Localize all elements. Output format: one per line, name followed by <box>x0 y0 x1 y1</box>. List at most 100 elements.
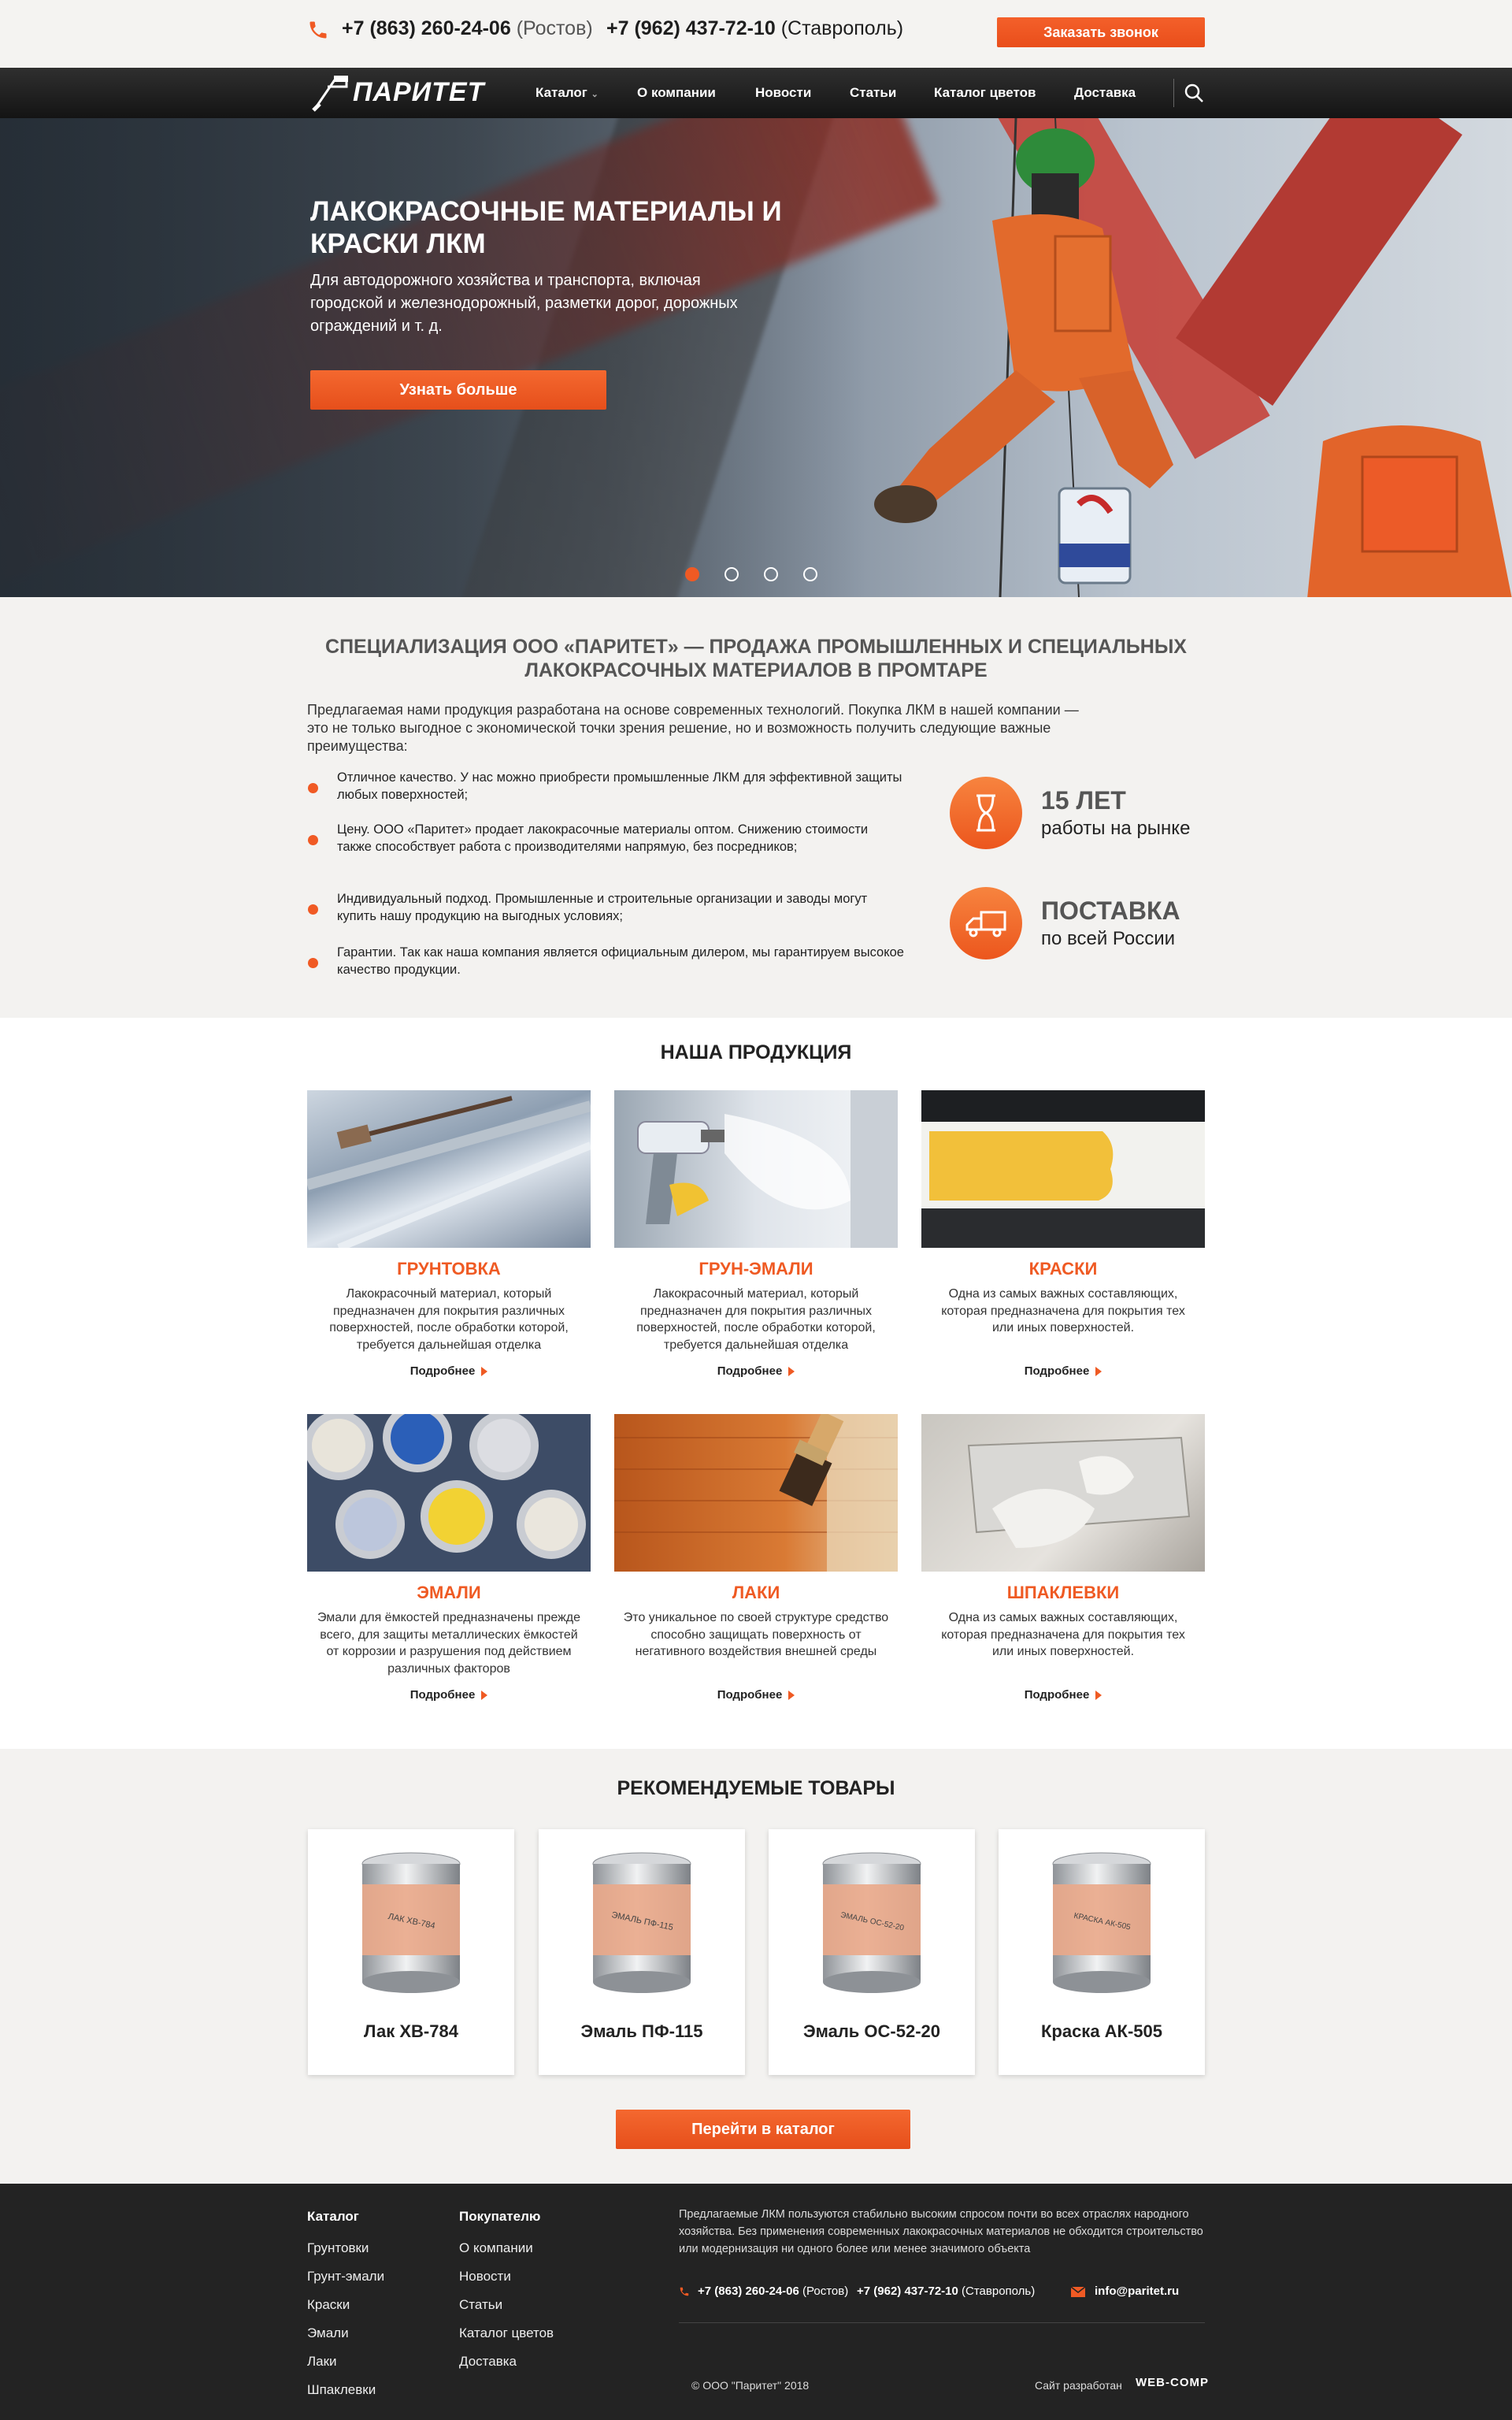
product-name[interactable]: Краски <box>921 1259 1205 1279</box>
primer-image <box>307 1096 591 1248</box>
slider-dot[interactable] <box>764 567 778 581</box>
developer-logo[interactable]: WEB-COMP <box>1136 2376 1209 2389</box>
hero-worker-image <box>874 118 1173 597</box>
paint-can-image: ЛАК ХВ-784 <box>361 1852 461 1993</box>
more-link[interactable]: Подробнее <box>307 1688 591 1702</box>
footer-link[interactable]: О компании <box>459 2240 533 2256</box>
footer-link[interactable]: Грунт-эмали <box>307 2269 384 2285</box>
footer-link[interactable]: Лаки <box>307 2354 337 2370</box>
footer-link[interactable]: Шпаклевки <box>307 2382 376 2398</box>
product-name[interactable]: Шпаклевки <box>921 1583 1205 1603</box>
advantage-text: Индивидуальный подход. Промышленные и ст… <box>337 892 868 923</box>
hero-slider: Лакокрасочные материалы и краски ЛКМ Для… <box>0 118 1512 597</box>
product-name[interactable]: Грун-эмали <box>614 1259 898 1279</box>
search-icon[interactable] <box>1183 82 1205 104</box>
nav-item-catalog[interactable]: Каталог ⌄ <box>536 85 598 101</box>
product-image[interactable] <box>921 1414 1205 1572</box>
product-card[interactable]: Грун-эмали Лакокрасочный материал, котор… <box>614 1090 898 1382</box>
callback-button[interactable]: Заказать звонок <box>997 17 1205 47</box>
footer-link[interactable]: Новости <box>459 2269 511 2285</box>
more-link[interactable]: Подробнее <box>921 1364 1205 1378</box>
nav-item-articles[interactable]: Статьи <box>850 85 896 101</box>
recommended-name[interactable]: Лак ХВ-784 <box>308 2021 514 2042</box>
recommended-card[interactable]: КРАСКА АК-505 Краска АК-505 <box>999 1829 1205 2075</box>
more-label: Подробнее <box>1024 1364 1090 1378</box>
phone-stavropol[interactable]: +7 (962) 437-72-10 (Ставрополь) <box>606 17 903 40</box>
product-image[interactable] <box>921 1090 1205 1248</box>
footer-text: Предлагаемые ЛКМ пользуются стабильно вы… <box>679 2208 1203 2255</box>
slider-dot[interactable] <box>803 567 817 581</box>
more-link[interactable]: Подробнее <box>614 1688 898 1702</box>
paint-can-image: ЭМАЛЬ ОС-52-20 <box>822 1852 921 1993</box>
arrow-right-icon <box>788 1367 795 1377</box>
product-card[interactable]: Краски Одна из самых важных составляющих… <box>921 1090 1205 1382</box>
footer-link[interactable]: Эмали <box>307 2325 349 2341</box>
road-paint-image <box>921 1122 1205 1248</box>
hero-text: Для автодорожного хозяйства и транспорта… <box>310 272 738 335</box>
footer-phone-stavropol[interactable]: +7 (962) 437-72-10 (Ставрополь) <box>857 2285 1035 2298</box>
slider-dot[interactable] <box>685 567 699 581</box>
hero-overlay <box>0 118 866 597</box>
footer-email[interactable]: info@paritet.ru <box>1095 2285 1179 2298</box>
feature-small: по всей России <box>1041 928 1176 949</box>
phone-number[interactable]: +7 (962) 437-72-10 <box>606 17 776 39</box>
footer-link[interactable]: Каталог цветов <box>459 2325 554 2341</box>
product-name[interactable]: Эмали <box>307 1583 591 1603</box>
footer-link[interactable]: Статьи <box>459 2297 502 2313</box>
arrow-right-icon <box>788 1691 795 1701</box>
phone-number[interactable]: +7 (962) 437-72-10 <box>857 2285 958 2298</box>
nav-item-about[interactable]: О компании <box>637 85 716 101</box>
footer-link[interactable]: Грунтовки <box>307 2240 369 2256</box>
slider-dot[interactable] <box>724 567 739 581</box>
product-image[interactable] <box>307 1414 591 1572</box>
arrow-right-icon <box>481 1367 488 1377</box>
recommended-card[interactable]: ЭМАЛЬ ОС-52-20 Эмаль ОС-52-20 <box>769 1829 975 2075</box>
learn-more-button[interactable]: Узнать больше <box>310 370 606 410</box>
nav-item-colors[interactable]: Каталог цветов <box>934 85 1036 101</box>
product-image[interactable] <box>614 1090 898 1248</box>
nav-item-news[interactable]: Новости <box>755 85 811 101</box>
more-link[interactable]: Подробнее <box>614 1364 898 1378</box>
more-link[interactable]: Подробнее <box>307 1364 591 1378</box>
more-label: Подробнее <box>717 1688 783 1702</box>
product-image[interactable] <box>614 1414 898 1572</box>
feature-big: 15 ЛЕТ <box>1041 786 1126 815</box>
product-card[interactable]: Лаки Это уникальное по своей структуре с… <box>614 1414 898 1706</box>
phone-rostov[interactable]: +7 (863) 260-24-06 (Ростов) <box>342 17 593 40</box>
phone-number[interactable]: +7 (863) 260-24-06 <box>698 2285 799 2298</box>
product-card[interactable]: Эмали Эмали для ёмкостей предназначены п… <box>307 1414 591 1706</box>
arrow-right-icon <box>1095 1367 1102 1377</box>
recommended-name[interactable]: Краска АК-505 <box>999 2021 1205 2042</box>
putty-image <box>967 1436 1191 1548</box>
advantage-item: Индивидуальный подход. Промышленные и ст… <box>307 890 906 925</box>
phone-icon <box>309 21 327 39</box>
more-label: Подробнее <box>717 1364 783 1378</box>
logo-text: ПАРИТЕТ <box>353 77 485 107</box>
product-name[interactable]: Лаки <box>614 1583 898 1603</box>
footer-phone-rostov[interactable]: +7 (863) 260-24-06 (Ростов) <box>698 2285 848 2298</box>
recommended-name[interactable]: Эмаль ПФ-115 <box>539 2021 745 2042</box>
nav-item-delivery[interactable]: Доставка <box>1074 85 1136 101</box>
product-desc: Эмали для ёмкостей предназначены прежде … <box>317 1611 581 1676</box>
footer-link[interactable]: Доставка <box>459 2354 517 2370</box>
phone-city: (Ростов) <box>802 2285 849 2298</box>
logo[interactable]: ПАРИТЕТ <box>307 68 504 118</box>
phone-number[interactable]: +7 (863) 260-24-06 <box>342 17 511 39</box>
footer-link[interactable]: Краски <box>307 2297 350 2313</box>
advantage-item: Цену. ООО «Паритет» продает лакокрасочны… <box>307 821 906 856</box>
product-name[interactable]: Грунтовка <box>307 1259 591 1279</box>
product-card[interactable]: Шпаклевки Одна из самых важных составляю… <box>921 1414 1205 1706</box>
product-card[interactable]: Грунтовка Лакокрасочный материал, которы… <box>307 1090 591 1382</box>
recommended-name[interactable]: Эмаль ОС-52-20 <box>769 2021 975 2042</box>
footer: Каталог Грунтовки Грунт-эмали Краски Эма… <box>0 2184 1512 2420</box>
more-label: Подробнее <box>1024 1688 1090 1702</box>
go-to-catalog-button[interactable]: Перейти в каталог <box>616 2110 910 2149</box>
phone-icon <box>680 2287 689 2296</box>
recommended-card[interactable]: ЛАК ХВ-784 Лак ХВ-784 <box>308 1829 514 2075</box>
recommended-card[interactable]: ЭМАЛЬ ПФ-115 Эмаль ПФ-115 <box>539 1829 745 2075</box>
products-title: Наша продукция <box>660 1041 852 1063</box>
advantage-text: Отличное качество. У нас можно приобрест… <box>337 770 902 802</box>
footer-divider <box>679 2322 1205 2323</box>
product-image[interactable] <box>307 1090 591 1248</box>
more-link[interactable]: Подробнее <box>921 1688 1205 1702</box>
